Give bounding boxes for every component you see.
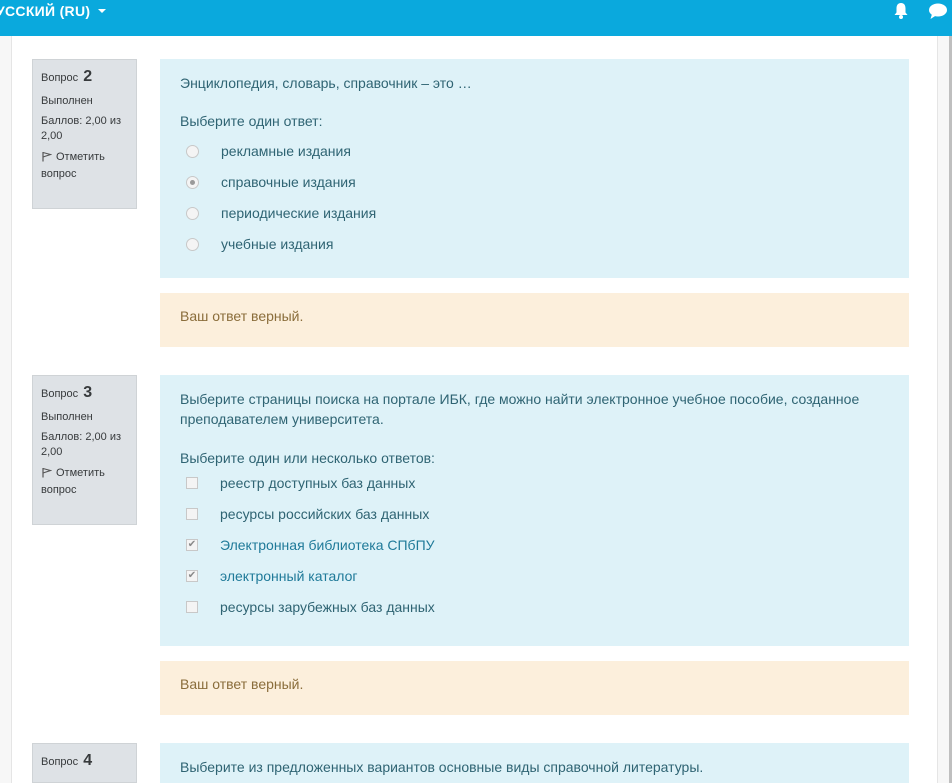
answer-feedback: Ваш ответ верный. <box>160 661 909 715</box>
answer-feedback: Ваш ответ верный. <box>160 293 909 347</box>
flag-icon <box>41 467 53 483</box>
question-state: Выполнен <box>41 94 93 107</box>
answer-prompt: Выберите один или несколько ответов: <box>180 449 435 466</box>
radio-button[interactable] <box>186 237 199 251</box>
question-grade: Баллов: 2,00 из 2,00 <box>41 431 122 459</box>
answer-option[interactable]: периодические издания <box>180 198 889 229</box>
question-content-3: Выберите страницы поиска на портале ИБК,… <box>160 375 909 646</box>
question-info-2: Вопрос 2 Выполнен Баллов: 2,00 из 2,00 О… <box>32 59 137 209</box>
caret-down-icon <box>98 9 107 13</box>
answer-option[interactable]: рекламные издания <box>180 136 889 167</box>
question-state: Выполнен <box>41 410 93 423</box>
question-text: Выберите из предложенных вариантов основ… <box>180 759 704 775</box>
checkbox-checked[interactable]: ✔ <box>186 539 198 552</box>
question-grade: Баллов: 2,00 из 2,00 <box>41 115 122 143</box>
radio-button[interactable] <box>186 206 199 220</box>
language-label: УССКИЙ (RU) <box>0 3 91 19</box>
answer-option[interactable]: справочные издания <box>180 167 889 198</box>
answer-options: рекламные издания справочные издания пер… <box>180 136 889 260</box>
question-info-4: Вопрос 4 <box>32 743 137 783</box>
answer-option[interactable]: ✔ Электронная библиотека СПбПУ <box>180 530 889 561</box>
question-number: Вопрос 3 <box>41 384 93 401</box>
answer-option[interactable]: ✔ электронный каталог <box>180 561 889 592</box>
answer-option[interactable]: ресурсы российских баз данных <box>180 499 889 530</box>
answer-prompt: Выберите один ответ: <box>180 113 323 130</box>
question-content-4: Выберите из предложенных вариантов основ… <box>160 743 909 783</box>
answer-option[interactable]: учебные издания <box>180 229 889 260</box>
question-content-2: Энциклопедия, словарь, справочник – это … <box>160 59 909 278</box>
answer-options: реестр доступных баз данных ресурсы росс… <box>180 468 889 623</box>
answer-option[interactable]: ресурсы зарубежных баз данных <box>180 592 889 623</box>
checkbox[interactable] <box>186 477 198 490</box>
question-info-3: Вопрос 3 Выполнен Баллов: 2,00 из 2,00 О… <box>32 375 137 525</box>
chat-icon[interactable] <box>928 2 948 25</box>
question-text: Энциклопедия, словарь, справочник – это … <box>180 75 472 91</box>
flag-question-link[interactable]: Отметить вопрос <box>41 466 128 498</box>
checkbox[interactable] <box>186 508 198 521</box>
checkbox-checked[interactable]: ✔ <box>186 570 198 583</box>
answer-option[interactable]: реестр доступных баз данных <box>180 468 889 499</box>
radio-button-selected[interactable] <box>186 175 199 189</box>
language-menu[interactable]: УССКИЙ (RU) <box>0 3 107 19</box>
flag-question-link[interactable]: Отметить вопрос <box>41 150 128 182</box>
question-text: Выберите страницы поиска на портале ИБК,… <box>180 391 860 428</box>
flag-icon <box>41 151 53 167</box>
question-number: Вопрос 2 <box>41 68 93 85</box>
question-number: Вопрос 4 <box>41 752 93 769</box>
top-navbar: УССКИЙ (RU) <box>0 0 952 36</box>
bell-icon[interactable] <box>893 2 909 25</box>
checkbox[interactable] <box>186 601 198 614</box>
radio-button[interactable] <box>186 144 199 158</box>
